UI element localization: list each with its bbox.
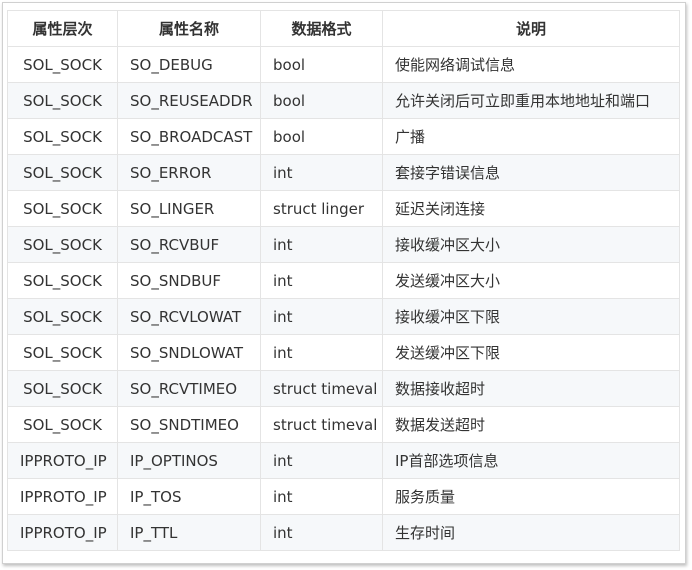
cell-level: SOL_SOCK xyxy=(7,334,118,371)
cell-name: SO_RCVBUF xyxy=(117,226,261,263)
cell-name: SO_RCVTIMEO xyxy=(117,370,261,407)
cell-level: SOL_SOCK xyxy=(7,118,118,155)
table-row: SOL_SOCK SO_RCVLOWAT int 接收缓冲区下限 xyxy=(7,298,680,335)
cell-name: IP_TTL xyxy=(117,514,261,551)
table-row: SOL_SOCK SO_ERROR int 套接字错误信息 xyxy=(7,154,680,191)
cell-description: 允许关闭后可立即重用本地地址和端口 xyxy=(382,82,680,119)
cell-name: SO_RCVLOWAT xyxy=(117,298,261,335)
cell-description: 接收缓冲区下限 xyxy=(382,298,680,335)
cell-format: int xyxy=(260,298,383,335)
cell-format: bool xyxy=(260,118,383,155)
cell-level: IPPROTO_IP xyxy=(7,478,118,515)
cell-level: IPPROTO_IP xyxy=(7,442,118,479)
cell-name: SO_REUSEADDR xyxy=(117,82,261,119)
cell-description: 发送缓冲区下限 xyxy=(382,334,680,371)
cell-level: SOL_SOCK xyxy=(7,82,118,119)
cell-level: SOL_SOCK xyxy=(7,46,118,83)
cell-format: int xyxy=(260,226,383,263)
cell-format: struct timeval xyxy=(260,370,383,407)
header-format: 数据格式 xyxy=(260,10,383,47)
table-row: SOL_SOCK SO_RCVBUF int 接收缓冲区大小 xyxy=(7,226,680,263)
cell-format: int xyxy=(260,154,383,191)
socket-options-table: 属性层次 属性名称 数据格式 说明 SOL_SOCK SO_DEBUG bool… xyxy=(7,10,680,551)
cell-level: SOL_SOCK xyxy=(7,154,118,191)
table-row: SOL_SOCK SO_SNDTIMEO struct timeval 数据发送… xyxy=(7,406,680,443)
cell-name: SO_SNDLOWAT xyxy=(117,334,261,371)
cell-level: SOL_SOCK xyxy=(7,370,118,407)
cell-description: 接收缓冲区大小 xyxy=(382,226,680,263)
table-row: SOL_SOCK SO_SNDLOWAT int 发送缓冲区下限 xyxy=(7,334,680,371)
table-row: IPPROTO_IP IP_TOS int 服务质量 xyxy=(7,478,680,515)
cell-format: int xyxy=(260,442,383,479)
cell-name: SO_DEBUG xyxy=(117,46,261,83)
cell-format: bool xyxy=(260,82,383,119)
table-frame: 属性层次 属性名称 数据格式 说明 SOL_SOCK SO_DEBUG bool… xyxy=(2,2,686,564)
cell-level: SOL_SOCK xyxy=(7,226,118,263)
cell-name: IP_OPTINOS xyxy=(117,442,261,479)
cell-level: SOL_SOCK xyxy=(7,262,118,299)
table-row: SOL_SOCK SO_DEBUG bool 使能网络调试信息 xyxy=(7,46,680,83)
cell-level: SOL_SOCK xyxy=(7,190,118,227)
cell-description: 使能网络调试信息 xyxy=(382,46,680,83)
header-name: 属性名称 xyxy=(117,10,261,47)
cell-name: SO_SNDTIMEO xyxy=(117,406,261,443)
table-row: IPPROTO_IP IP_TTL int 生存时间 xyxy=(7,514,680,551)
header-level: 属性层次 xyxy=(7,10,118,47)
cell-description: 数据接收超时 xyxy=(382,370,680,407)
cell-level: IPPROTO_IP xyxy=(7,514,118,551)
table-row: SOL_SOCK SO_LINGER struct linger 延迟关闭连接 xyxy=(7,190,680,227)
cell-format: int xyxy=(260,514,383,551)
table-row: SOL_SOCK SO_REUSEADDR bool 允许关闭后可立即重用本地地… xyxy=(7,82,680,119)
cell-level: SOL_SOCK xyxy=(7,406,118,443)
cell-format: int xyxy=(260,262,383,299)
cell-name: SO_SNDBUF xyxy=(117,262,261,299)
cell-name: SO_LINGER xyxy=(117,190,261,227)
cell-description: 服务质量 xyxy=(382,478,680,515)
table-row: SOL_SOCK SO_SNDBUF int 发送缓冲区大小 xyxy=(7,262,680,299)
cell-format: int xyxy=(260,478,383,515)
cell-description: 广播 xyxy=(382,118,680,155)
cell-level: SOL_SOCK xyxy=(7,298,118,335)
cell-format: bool xyxy=(260,46,383,83)
cell-format: struct timeval xyxy=(260,406,383,443)
table-row: SOL_SOCK SO_BROADCAST bool 广播 xyxy=(7,118,680,155)
cell-description: 发送缓冲区大小 xyxy=(382,262,680,299)
cell-description: IP首部选项信息 xyxy=(382,442,680,479)
table-row: SOL_SOCK SO_RCVTIMEO struct timeval 数据接收… xyxy=(7,370,680,407)
table-row: IPPROTO_IP IP_OPTINOS int IP首部选项信息 xyxy=(7,442,680,479)
cell-format: int xyxy=(260,334,383,371)
cell-format: struct linger xyxy=(260,190,383,227)
cell-description: 生存时间 xyxy=(382,514,680,551)
cell-description: 套接字错误信息 xyxy=(382,154,680,191)
cell-description: 数据发送超时 xyxy=(382,406,680,443)
cell-name: SO_BROADCAST xyxy=(117,118,261,155)
cell-name: SO_ERROR xyxy=(117,154,261,191)
cell-name: IP_TOS xyxy=(117,478,261,515)
table-header-row: 属性层次 属性名称 数据格式 说明 xyxy=(7,10,680,47)
cell-description: 延迟关闭连接 xyxy=(382,190,680,227)
header-description: 说明 xyxy=(382,10,680,47)
